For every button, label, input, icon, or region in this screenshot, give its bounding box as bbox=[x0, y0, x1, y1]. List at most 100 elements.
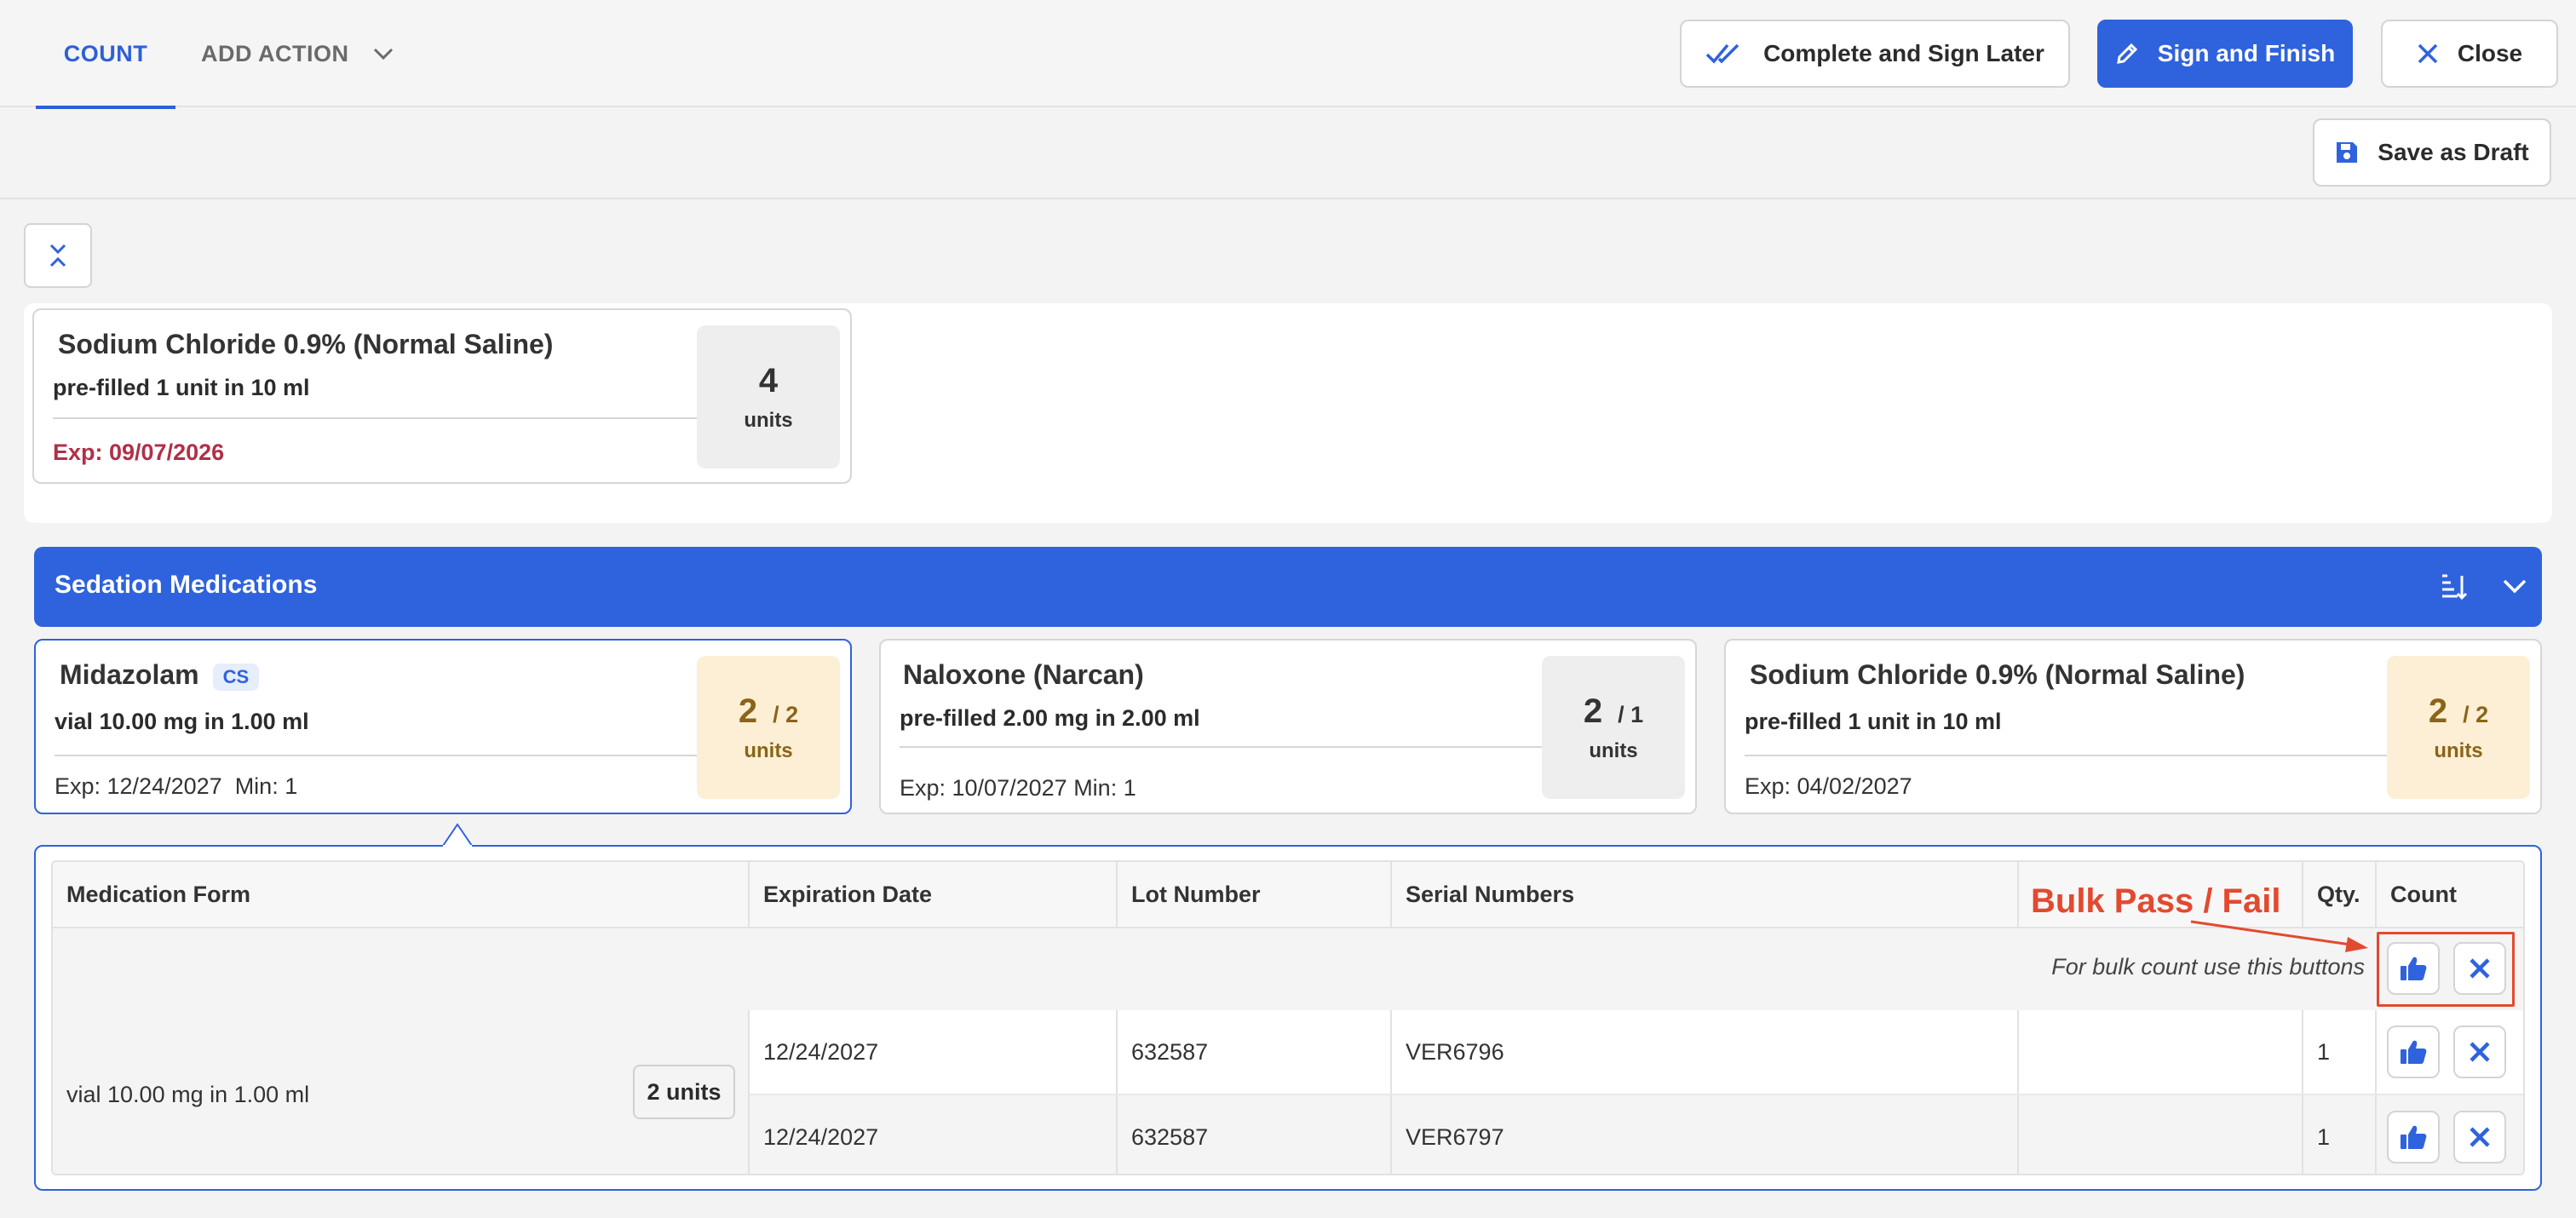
column-header-serial-numbers: Serial Numbers bbox=[1392, 862, 2019, 928]
medication-card-sodium-chloride[interactable]: Sodium Chloride 0.9% (Normal Saline) pre… bbox=[1724, 639, 2542, 814]
close-button[interactable]: Close bbox=[2381, 20, 2558, 88]
card-count: 2 bbox=[2428, 692, 2448, 730]
double-check-icon bbox=[1705, 43, 1739, 64]
save-as-draft-label: Save as Draft bbox=[2378, 139, 2529, 165]
divider bbox=[0, 198, 2576, 199]
annotation-arrow bbox=[2190, 920, 2368, 952]
card-count-box: 2 / 2 units bbox=[697, 656, 840, 799]
card-unit: units bbox=[744, 408, 793, 432]
panel-pointer bbox=[443, 823, 472, 847]
card-divider bbox=[1745, 755, 2392, 756]
column-header-count: Count bbox=[2377, 862, 2523, 928]
close-icon bbox=[2470, 1127, 2490, 1147]
card-count-box: 4 units bbox=[697, 325, 840, 468]
table-row: 12/24/2027 632587 VER6796 1 bbox=[750, 1010, 2523, 1094]
card-name: Sodium Chloride 0.9% (Normal Saline) bbox=[1750, 659, 2245, 690]
row-pass-button[interactable] bbox=[2387, 1111, 2440, 1163]
chevron-down-icon bbox=[373, 47, 394, 60]
qty-cell: 1 bbox=[2303, 1010, 2377, 1094]
card-count-box: 2 / 1 units bbox=[1542, 656, 1685, 799]
medication-form-label: vial 10.00 mg in 1.00 ml bbox=[66, 1082, 310, 1107]
thumbs-up-icon bbox=[2401, 1040, 2427, 1064]
controlled-substance-badge: CS bbox=[212, 663, 260, 691]
close-label: Close bbox=[2457, 40, 2523, 66]
complete-and-sign-later-button[interactable]: Complete and Sign Later bbox=[1680, 20, 2070, 88]
blank-cell bbox=[2019, 1010, 2303, 1094]
card-name: Naloxone (Narcan) bbox=[903, 659, 1144, 690]
card-divider bbox=[55, 755, 702, 756]
collapse-chevrons-icon bbox=[49, 244, 66, 267]
expiration-cell: 12/24/2027 bbox=[750, 1010, 1118, 1094]
row-fail-button[interactable] bbox=[2453, 1026, 2506, 1078]
card-count-box: 2 / 2 units bbox=[2387, 656, 2530, 799]
section-header-sedation[interactable]: Sedation Medications bbox=[34, 547, 2542, 627]
qty-cell: 1 bbox=[2303, 1095, 2377, 1174]
card-total: / 1 bbox=[1618, 701, 1644, 727]
card-total: / 2 bbox=[2463, 701, 2489, 727]
card-expiry: Exp: 12/24/2027 Min: 1 bbox=[55, 773, 297, 800]
medication-card-midazolam[interactable]: Midazolam CS vial 10.00 mg in 1.00 ml Exp… bbox=[34, 639, 852, 814]
card-unit: units bbox=[1589, 738, 1638, 762]
pen-icon bbox=[2116, 43, 2137, 64]
sign-and-finish-label: Sign and Finish bbox=[2157, 40, 2336, 66]
close-icon bbox=[2418, 43, 2438, 64]
column-header-medication-form: Medication Form bbox=[53, 862, 750, 928]
bulk-hint: For bulk count use this buttons bbox=[2051, 954, 2365, 980]
card-description: pre-filled 1 unit in 10 ml bbox=[53, 375, 310, 400]
card-expiry: Exp: 09/07/2026 bbox=[53, 440, 225, 465]
sign-and-finish-button[interactable]: Sign and Finish bbox=[2097, 20, 2353, 88]
row-fail-button[interactable] bbox=[2453, 1111, 2506, 1163]
thumbs-up-icon bbox=[2401, 1125, 2427, 1149]
serial-cell: VER6796 bbox=[1392, 1010, 2019, 1094]
tab-add-action-label: ADD ACTION bbox=[201, 40, 349, 66]
lot-cell: 632587 bbox=[1118, 1010, 1392, 1094]
card-name: Sodium Chloride 0.9% (Normal Saline) bbox=[58, 329, 554, 359]
card-expiry: Exp: 04/02/2027 bbox=[1745, 773, 1912, 799]
medication-card-sodium-chloride[interactable]: Sodium Chloride 0.9% (Normal Saline) pre… bbox=[32, 308, 852, 484]
card-divider bbox=[900, 746, 1547, 748]
column-header-qty: Qty. bbox=[2303, 862, 2377, 928]
card-description: pre-filled 1 unit in 10 ml bbox=[1745, 709, 2002, 734]
card-description: pre-filled 2.00 mg in 2.00 ml bbox=[900, 705, 1200, 731]
card-total: / 2 bbox=[773, 701, 799, 727]
row-pass-button[interactable] bbox=[2387, 1026, 2440, 1078]
bulk-count-row: For bulk count use this buttons bbox=[53, 928, 2523, 1010]
card-name: Midazolam CS bbox=[60, 659, 260, 691]
card-min: Min: 1 bbox=[234, 773, 298, 799]
medication-card-naloxone[interactable]: Naloxone (Narcan) pre-filled 2.00 mg in … bbox=[879, 639, 1697, 814]
annotation-highlight-box bbox=[2377, 932, 2515, 1007]
card-expiry-date: Exp: 10/07/2027 bbox=[900, 775, 1067, 801]
blank-cell bbox=[2019, 1095, 2303, 1174]
section-title: Sedation Medications bbox=[55, 571, 318, 599]
tab-count[interactable]: COUNT bbox=[36, 0, 175, 109]
card-count: 4 bbox=[758, 361, 779, 399]
collapse-all-button[interactable] bbox=[24, 223, 92, 288]
card-unit: units bbox=[2434, 738, 2483, 762]
card-divider bbox=[53, 417, 700, 419]
tab-add-action[interactable]: ADD ACTION bbox=[201, 0, 394, 107]
close-icon bbox=[2470, 1042, 2490, 1062]
table-row: 12/24/2027 632587 VER6797 1 bbox=[750, 1094, 2523, 1174]
card-expiry-date: Exp: 12/24/2027 bbox=[55, 773, 222, 799]
annotation-label: Bulk Pass / Fail bbox=[2031, 882, 2281, 920]
expiration-cell: 12/24/2027 bbox=[750, 1095, 1118, 1174]
card-description: vial 10.00 mg in 1.00 ml bbox=[55, 709, 309, 734]
sort-icon[interactable] bbox=[2440, 572, 2468, 606]
column-header-expiration-date: Expiration Date bbox=[750, 862, 1118, 928]
save-as-draft-button[interactable]: Save as Draft bbox=[2313, 118, 2551, 187]
form-units-pill: 2 units bbox=[633, 1065, 735, 1119]
top-bar: COUNT ADD ACTION Complete and Sign Later… bbox=[0, 0, 2576, 109]
serial-cell: VER6797 bbox=[1392, 1095, 2019, 1174]
card-name-text: Midazolam bbox=[60, 659, 199, 690]
card-count: 2 bbox=[738, 692, 758, 730]
card-min: Min: 1 bbox=[1073, 775, 1136, 801]
save-icon bbox=[2337, 142, 2358, 163]
card-count: 2 bbox=[1583, 692, 1603, 730]
medication-form-cell: vial 10.00 mg in 1.00 ml 2 units bbox=[53, 1010, 750, 1174]
lot-cell: 632587 bbox=[1118, 1095, 1392, 1174]
column-header-lot-number: Lot Number bbox=[1118, 862, 1392, 928]
chevron-down-icon[interactable] bbox=[2501, 572, 2528, 604]
card-unit: units bbox=[744, 738, 793, 762]
complete-later-label: Complete and Sign Later bbox=[1763, 40, 2044, 66]
card-expiry: Exp: 10/07/2027 Min: 1 bbox=[900, 775, 1136, 801]
